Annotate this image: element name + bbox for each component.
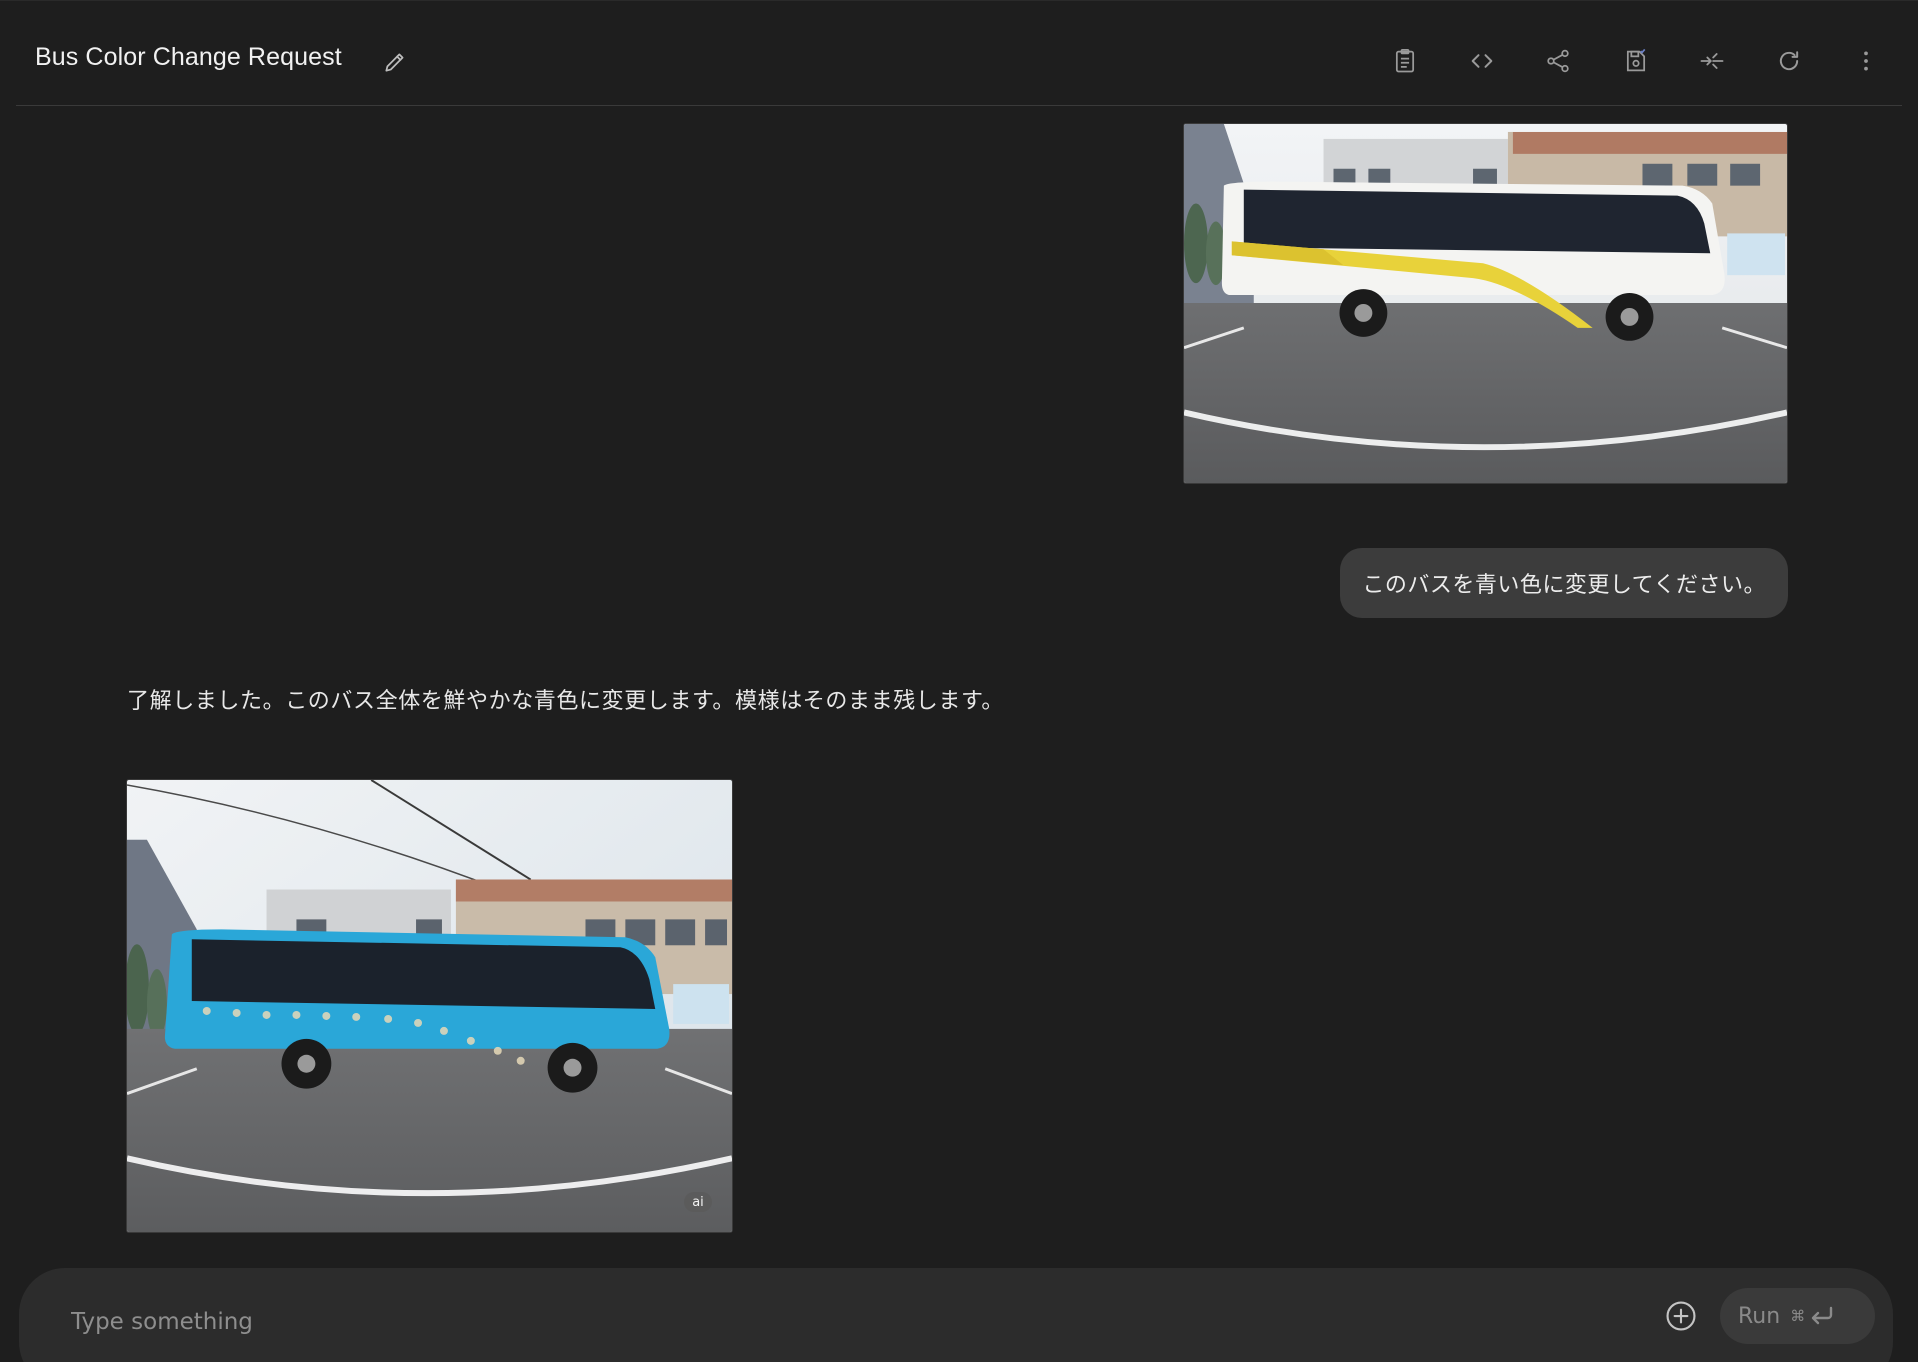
header-divider <box>16 105 1902 106</box>
compare-button[interactable] <box>1692 41 1732 81</box>
model-response-text: 了解しました。このバス全体を鮮やかな青色に変更します。模様はそのまま残します。 <box>127 689 1005 714</box>
run-shortcut-hint: ⌘ <box>1790 1305 1835 1327</box>
clipboard-button[interactable] <box>1385 41 1425 81</box>
code-icon <box>1471 54 1493 68</box>
more-options-button[interactable] <box>1846 41 1886 81</box>
more-vert-icon <box>1864 51 1868 71</box>
header-bar: Bus Color Change Request <box>0 0 1918 106</box>
run-label: Run <box>1738 1303 1781 1329</box>
refresh-button[interactable] <box>1769 41 1809 81</box>
page-title: Bus Color Change Request <box>35 43 342 71</box>
enter-key-icon <box>1811 1306 1833 1325</box>
run-button[interactable]: Run ⌘ <box>1720 1288 1875 1344</box>
share-icon <box>1547 49 1569 73</box>
prompt-input[interactable] <box>71 1302 1571 1342</box>
save-button[interactable] <box>1616 41 1656 81</box>
user-uploaded-image[interactable] <box>1183 123 1788 484</box>
compare-icon <box>1700 53 1724 69</box>
share-button[interactable] <box>1538 41 1578 81</box>
user-message-text: このバスを青い色に変更してください。 <box>1362 573 1766 598</box>
code-button[interactable] <box>1462 41 1502 81</box>
edit-title-button[interactable] <box>378 45 412 79</box>
app-window: Bus Color Change Request このバスを青い色に変更してくだ… <box>0 0 1918 1362</box>
command-key-icon: ⌘ <box>1790 1307 1806 1325</box>
bus-photo-original <box>1184 124 1787 483</box>
ai-generated-badge: ai <box>684 1192 712 1212</box>
pencil-icon <box>385 53 404 72</box>
save-icon <box>1626 48 1646 72</box>
add-attachment-button[interactable] <box>1663 1298 1699 1334</box>
prompt-composer: Run ⌘ <box>19 1268 1893 1362</box>
add-circle-icon <box>1666 1301 1696 1331</box>
generated-image[interactable]: ai <box>126 779 733 1233</box>
user-message-bubble: このバスを青い色に変更してください。 <box>1340 548 1788 618</box>
refresh-icon <box>1779 51 1799 71</box>
bus-photo-edited <box>127 780 732 1232</box>
clipboard-icon <box>1395 49 1415 73</box>
